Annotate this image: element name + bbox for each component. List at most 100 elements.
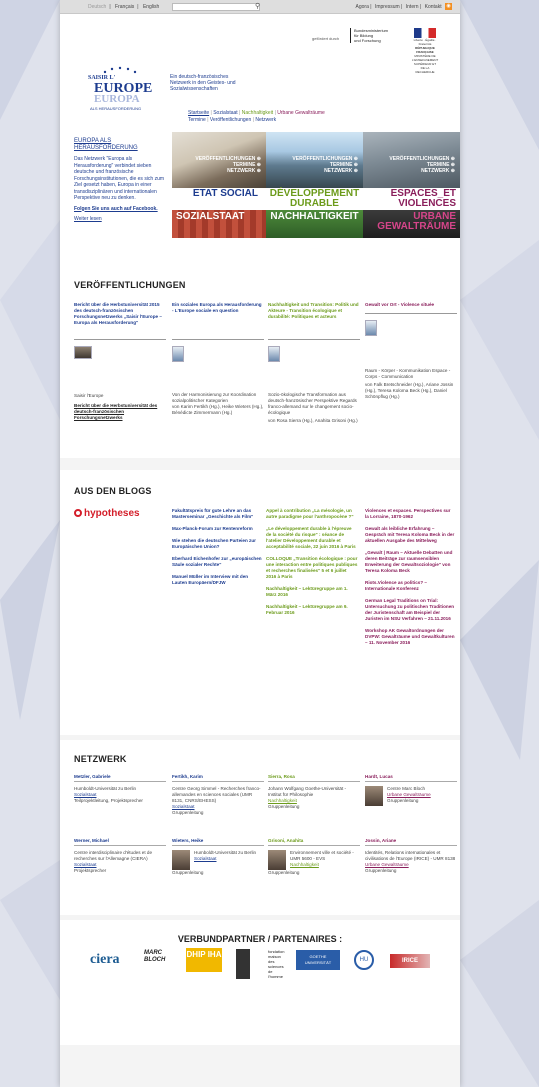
panel-menu-netzwerk[interactable]: NETZWERK	[195, 168, 261, 174]
person-role: Projektsprecher	[74, 868, 107, 873]
blog-link[interactable]: Fakultätspreis für gute Lehre an das Mas…	[172, 508, 262, 520]
blog-link[interactable]: Gewalt als leibliche Erfahrung – Gespräc…	[365, 526, 455, 544]
pub-authors: von Falk Bretschneider (Hg.), Ariane Jos…	[365, 382, 454, 399]
person-role: Teilprojektleitung, Projektsprecher	[74, 798, 143, 803]
person-name[interactable]: Wieters, Heike	[172, 838, 264, 846]
pub-title[interactable]: Nachhaltigkeit und Transition: Politik u…	[268, 302, 360, 340]
separator: |	[137, 4, 139, 10]
partner-logo-hu[interactable]: HU	[354, 950, 374, 970]
facebook-link[interactable]: Folgen Sie uns auch auf Facebook.	[74, 206, 168, 213]
blog-link[interactable]: „Le développement durable à l'épreuve de…	[266, 526, 358, 550]
blog-link[interactable]: Appel à contribution „La mésologie, un a…	[266, 508, 358, 520]
person-photo[interactable]	[172, 850, 190, 870]
hypotheses-logo[interactable]: hypotheses	[74, 508, 140, 519]
funded-by: gefördert durch	[312, 36, 340, 41]
partner-logo-fmsh[interactable]: fondation maison des sciences de l'homme	[236, 949, 284, 979]
bmbf-logo[interactable]: Bundesministerium für Bildung und Forsch…	[350, 28, 388, 43]
panel-sozialstaat[interactable]: VERÖFFENTLICHUNGEN TERMINE NETZWERK ETAT…	[172, 132, 266, 238]
nav-urbane-gewaltraeume[interactable]: Urbane Gewalträume	[277, 110, 325, 116]
search-input[interactable]	[172, 3, 260, 11]
blog-link[interactable]: Manuel Müller im Interview mit den Laute…	[172, 574, 262, 586]
person-name[interactable]: Grisoni, Anahita	[268, 838, 360, 846]
pub-desc: Saisir l'Europe	[74, 393, 104, 398]
person-name[interactable]: Jossin, Ariane	[365, 838, 457, 846]
nav-veroeffentlichungen[interactable]: Veröffentlichungen	[210, 117, 251, 123]
blog-link[interactable]: Eberhard Eichenhofer zur „europäischen S…	[172, 556, 262, 568]
blog-list-urbane-gewaltraeume: Violences et espaces. Perspectives sur l…	[365, 508, 455, 652]
nav-sozialstaat[interactable]: Sozialstaat	[213, 110, 237, 116]
language-switcher: Deutsch | Français | English	[88, 0, 162, 14]
link-agora[interactable]: Agora	[356, 4, 369, 10]
link-kontakt[interactable]: Kontakt	[425, 4, 442, 10]
nav-termine[interactable]: Termine	[188, 117, 206, 123]
blog-link[interactable]: Workshop AK Gewaltordnungen der DVPW: Ge…	[365, 628, 455, 646]
person-card: Werner, Michael Centre interdisciplinair…	[74, 838, 166, 874]
blog-link[interactable]: German Legal Traditions on Trial: Unters…	[365, 598, 455, 622]
person-institution: Johann Wolfgang Goethe-Universität - Ins…	[268, 786, 347, 797]
nav-nachhaltigkeit[interactable]: Nachhaltigkeit	[242, 110, 273, 116]
person-photo[interactable]	[268, 850, 286, 870]
person-name[interactable]: Werner, Michael	[74, 838, 166, 846]
blog-link[interactable]: COLLOQUE „Transition écologique : pour u…	[266, 556, 358, 580]
panel-nachhaltigkeit[interactable]: VERÖFFENTLICHUNGEN TERMINE NETZWERK DÉVE…	[266, 132, 363, 238]
nav-startseite[interactable]: Startseite	[188, 110, 209, 116]
pub-cover[interactable]	[268, 346, 280, 362]
person-name[interactable]: Metzler, Gabriele	[74, 774, 166, 782]
lang-francais[interactable]: Français	[115, 4, 134, 10]
person-photo[interactable]	[365, 786, 383, 806]
republique-francaise-logo[interactable]: Liberté · Égalité · Fraternité RÉPUBLIQU…	[412, 28, 438, 74]
pub-title[interactable]: Ein soziales Europa als Herausforderung …	[172, 302, 264, 340]
person-name[interactable]: Sierra, Rosa	[268, 774, 360, 782]
intro-text: Das Netzwerk "Europa als Herausforderung…	[74, 156, 165, 201]
person-name[interactable]: Fertikh, Karim	[172, 774, 264, 782]
partner-logo-ciera[interactable]: ciera	[90, 952, 120, 968]
blog-link[interactable]: Nachhaltigkeit – Lektüregruppe am 1. Mär…	[266, 586, 358, 598]
link-impressum[interactable]: Impressum	[375, 4, 400, 10]
blog-link[interactable]: Nachhaltigkeit – Lektüregruppe am 9. Feb…	[266, 604, 358, 616]
person-card: Jossin, Ariane Identités, Relations inte…	[365, 838, 457, 874]
blog-link[interactable]: „Gewalt | Raum – Aktuelle Debatten und d…	[365, 550, 455, 574]
partner-logo-marc-bloch[interactable]: MARC BLOCH	[144, 950, 176, 964]
intro-title[interactable]: EUROPA ALS HERAUSFORDERUNG	[74, 138, 168, 152]
pub-card: Ein soziales Europa als Herausforderung …	[172, 302, 264, 416]
rss-icon[interactable]: ◉	[445, 3, 452, 11]
pub-card: Bericht über die Herbstuniversität 2015 …	[74, 302, 166, 421]
tagline: Ein deutsch-französisches Netzwerk in de…	[170, 74, 236, 92]
person-institution: Identités, Relations internationales et …	[365, 850, 456, 861]
panel-urbane-gewaltraeume[interactable]: VERÖFFENTLICHUNGEN TERMINE NETZWERK ESPA…	[363, 132, 460, 238]
panel-menu-netzwerk[interactable]: NETZWERK	[389, 168, 455, 174]
pub-desc: Raum - Körper - Kommunikation Espace - C…	[365, 368, 451, 379]
panel-title-de: NACHHALTIGKEIT	[266, 210, 363, 238]
lang-deutsch[interactable]: Deutsch	[88, 4, 106, 10]
person-name[interactable]: Hardt, Lucas	[365, 774, 457, 782]
pub-authors: von Karim Fertikh (Hg.), Heike Wieters (…	[172, 404, 264, 415]
nav-netzwerk[interactable]: Netzwerk	[255, 117, 276, 123]
person-role: Gruppenleitung	[365, 868, 397, 873]
partner-logo-irice[interactable]: IRICE	[390, 954, 430, 968]
panel-menu-netzwerk[interactable]: NETZWERK	[292, 168, 358, 174]
blog-link[interactable]: Wie stehen die deutschen Parteien zur Eu…	[172, 538, 262, 550]
pub-title[interactable]: Gewalt vor Ort - Violence située	[365, 302, 457, 314]
logo-line3: EUROPA	[94, 93, 140, 105]
blogs-section: AUS DEN BLOGS hypotheses Fakultätspreis …	[60, 470, 460, 735]
pub-cover[interactable]	[365, 320, 377, 336]
publications-heading: VERÖFFENTLICHUNGEN	[74, 280, 186, 290]
person-card: Grisoni, Anahita Environnement ville et …	[268, 838, 360, 876]
lang-english[interactable]: English	[143, 4, 159, 10]
site-logo[interactable]: SAISIR L' EUROPE EUROPA ALS HERAUSFORDER…	[84, 64, 156, 114]
blog-link[interactable]: Violences et espaces. Perspectives sur l…	[365, 508, 455, 520]
read-more-link[interactable]: Weiter lesen	[74, 216, 168, 223]
link-intern[interactable]: Intern	[406, 4, 419, 10]
partner-logo-dhip[interactable]: DHIP IHA	[186, 948, 222, 972]
blog-link[interactable]: Riots.Violence as politics? – Internatio…	[365, 580, 455, 592]
pub-title[interactable]: Bericht über die Herbstuniversität 2015 …	[74, 302, 166, 340]
pub-authors: von Rosa Sierra (Hg.), Anahita Grisoni (…	[268, 418, 358, 423]
person-role: Gruppenleitung	[172, 870, 204, 875]
search-icon[interactable]: ⚲	[255, 0, 260, 14]
blog-link[interactable]: Max-Planck-Forum zur Rentenreform	[172, 526, 262, 532]
person-role: Gruppenleitung	[268, 870, 300, 875]
pub-thumbnail[interactable]	[74, 346, 92, 359]
partner-logo-goethe[interactable]: GOETHE UNIVERSITÄT	[296, 950, 340, 970]
pub-link[interactable]: Bericht über die Herbstuniversität des d…	[74, 403, 166, 421]
pub-cover[interactable]	[172, 346, 184, 362]
